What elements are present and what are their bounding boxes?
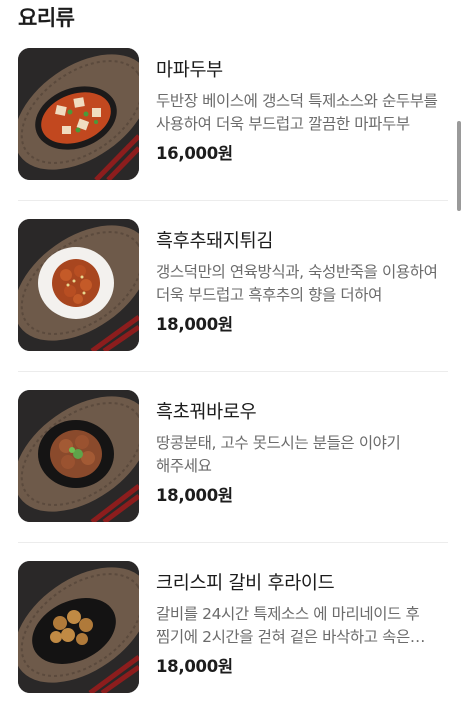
- mapo-tofu-photo: [18, 48, 139, 180]
- divider: [18, 200, 448, 201]
- menu-item-price: 18,000원: [156, 486, 233, 505]
- menu-item-description: 두반장 베이스에 갱스덕 특제소스와 순두부를 사용하여 더욱 부드럽고 깔끔한…: [156, 92, 438, 133]
- menu-item-name: 흑초꿔바로우: [156, 402, 257, 423]
- scrollbar[interactable]: [457, 121, 461, 211]
- menu-item-description: 땅콩분태, 고수 못드시는 분들은 이야기 해주세요: [156, 434, 401, 475]
- menu-item-description: 갈비를 24시간 특제소스 에 마리네이드 후 찜기에 2시간을 걷혀 겉은 바…: [156, 605, 420, 646]
- menu-item-price: 18,000원: [156, 657, 233, 676]
- menu-item-price: 16,000원: [156, 144, 233, 163]
- menu-item-name: 마파두부: [156, 60, 223, 81]
- divider: [18, 371, 448, 372]
- section-title: 요리류: [18, 6, 75, 30]
- divider: [18, 542, 448, 543]
- menu-item-name: 흑후추돼지튀김: [156, 231, 274, 252]
- menu-item-pepper-pork[interactable]: 흑후추돼지튀김 갱스덕만의 연육방식과, 숙성반죽을 이용하여 더욱 부드럽고 …: [18, 219, 448, 353]
- crispy-galbi-photo: [18, 561, 139, 693]
- guobaorou-photo: [18, 390, 139, 522]
- menu-item-price: 18,000원: [156, 315, 233, 334]
- pepper-pork-photo: [18, 219, 139, 351]
- menu-item-mapo-tofu[interactable]: 마파두부 두반장 베이스에 갱스덕 특제소스와 순두부를 사용하여 더욱 부드럽…: [18, 48, 448, 182]
- menu-item-crispy-galbi[interactable]: 크리스피 갈비 후라이드 갈비를 24시간 특제소스 에 마리네이드 후 찜기에…: [18, 561, 448, 695]
- menu-item-name: 크리스피 갈비 후라이드: [156, 573, 335, 594]
- menu-item-guobaorou[interactable]: 흑초꿔바로우 땅콩분태, 고수 못드시는 분들은 이야기 해주세요 18,000…: [18, 390, 448, 524]
- menu-item-description: 갱스덕만의 연육방식과, 숙성반죽을 이용하여 더욱 부드럽고 흑후추의 향을 …: [156, 263, 438, 304]
